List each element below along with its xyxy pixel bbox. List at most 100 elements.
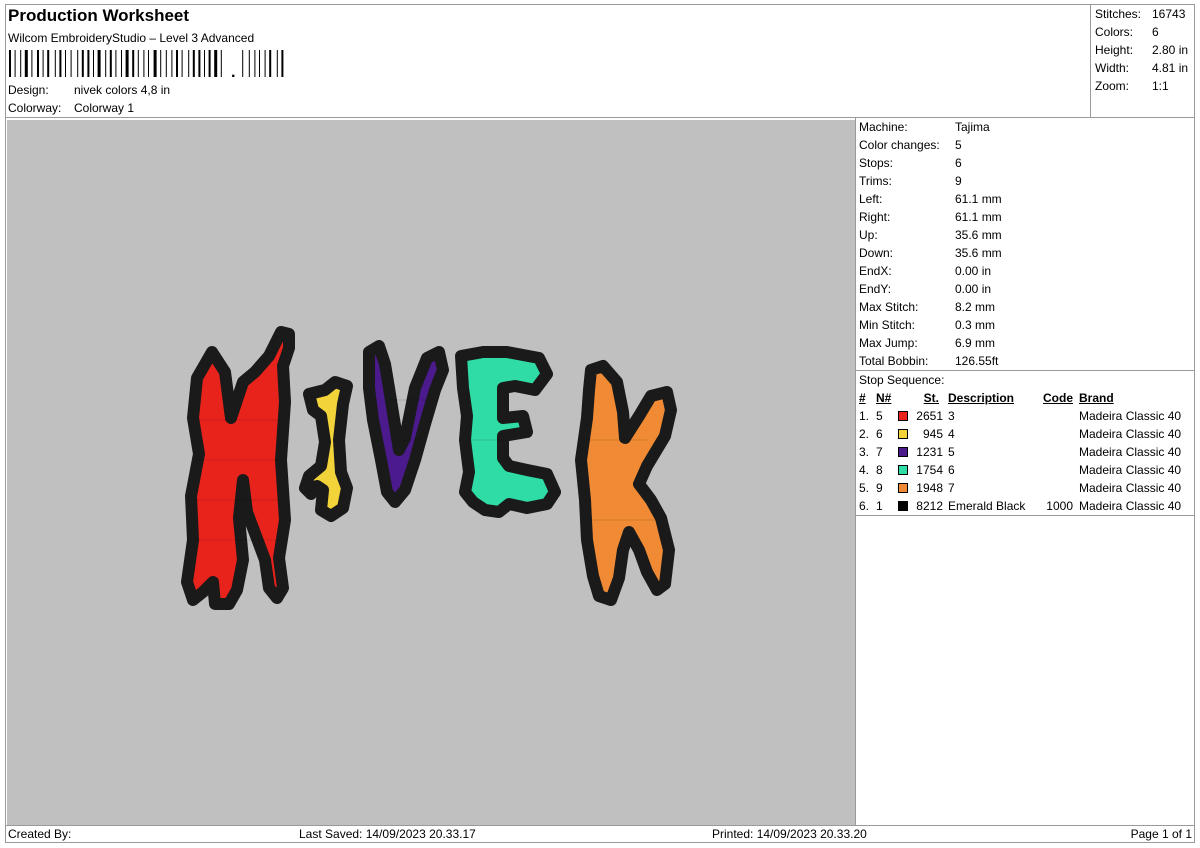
machine-value: 0.00 in <box>955 282 992 296</box>
stop-index: 2. <box>859 427 870 441</box>
machine-label: Stops: <box>859 156 894 170</box>
machine-row: EndX: 0.00 in <box>859 262 1189 280</box>
machine-value: 8.2 mm <box>955 300 996 314</box>
machine-value: 61.1 mm <box>955 210 1002 224</box>
machine-label: Color changes: <box>859 138 940 152</box>
machine-label: Min Stitch: <box>859 318 916 332</box>
stop-sequence-row: 2. 6 945 4 Madeira Classic 40 <box>859 425 1193 443</box>
stop-sequence: Stop Sequence: # N# St. Description Code… <box>859 371 1193 515</box>
svg-text:,: , <box>231 64 235 77</box>
stop-brand: Madeira Classic 40 <box>1079 409 1182 423</box>
machine-row: Left: 61.1 mm <box>859 190 1189 208</box>
machine-label: EndY: <box>859 282 892 296</box>
stop-needle: 6 <box>876 427 883 441</box>
summary-label: Stitches: <box>1095 7 1142 21</box>
color-swatch-icon <box>898 429 908 439</box>
stop-sequence-row: 3. 7 1231 5 Madeira Classic 40 <box>859 443 1193 461</box>
stop-index: 3. <box>859 445 870 459</box>
summary-row-stitches: Stitches: 16743 <box>1095 5 1195 23</box>
stop-brand: Madeira Classic 40 <box>1079 427 1182 441</box>
stop-description: Emerald Black <box>948 499 1026 513</box>
summary-value: 2.80 in <box>1152 43 1189 57</box>
color-swatch-icon <box>898 501 908 511</box>
stop-needle: 8 <box>876 463 883 477</box>
summary-label: Width: <box>1095 61 1130 75</box>
summary-value: 4.81 in <box>1152 61 1189 75</box>
machine-row: Down: 35.6 mm <box>859 244 1189 262</box>
stop-stitches: 1948 <box>916 481 943 495</box>
summary-row-colors: Colors: 6 <box>1095 23 1195 41</box>
color-swatch-icon <box>898 465 908 475</box>
stop-sequence-row: 4. 8 1754 6 Madeira Classic 40 <box>859 461 1193 479</box>
footer-divider <box>5 825 1195 826</box>
stop-description: 3 <box>948 409 955 423</box>
stop-sequence-label: Stop Sequence: <box>859 373 945 387</box>
stop-index: 6. <box>859 499 870 513</box>
machine-value: 5 <box>955 138 962 152</box>
design-preview[interactable] <box>7 120 855 825</box>
letter-e <box>455 346 561 518</box>
page-title: Production Worksheet <box>8 6 190 25</box>
colorway-value: Colorway 1 <box>74 101 135 115</box>
machine-label: Trims: <box>859 174 892 188</box>
machine-label: Max Jump: <box>859 336 918 350</box>
machine-label: Max Stitch: <box>859 300 919 314</box>
stop-needle: 9 <box>876 481 883 495</box>
stop-needle: 1 <box>876 499 883 513</box>
stop-sequence-row: 6. 1 8212 Emerald Black 1000 Madeira Classic … <box>859 497 1193 515</box>
machine-value: Tajima <box>955 120 990 134</box>
machine-label: Up: <box>859 228 878 242</box>
summary-row-zoom: Zoom: 1:1 <box>1095 77 1195 95</box>
stop-sequence-header: # N# St. Description Code Brand <box>859 389 1193 407</box>
machine-info: Machine: Tajima Color changes: 5 Stops: 6 T… <box>859 118 1189 370</box>
embroidery-design-graphic <box>181 326 677 610</box>
stop-needle: 5 <box>876 409 883 423</box>
machine-row: Stops: 6 <box>859 154 1189 172</box>
side-panel-divider <box>855 117 856 825</box>
summary-label: Colors: <box>1095 25 1134 39</box>
machine-row: EndY: 0.00 in <box>859 280 1189 298</box>
machine-row: Min Stitch: 0.3 mm <box>859 316 1189 334</box>
col-header-description: Description <box>948 391 1015 405</box>
machine-row: Max Stitch: 8.2 mm <box>859 298 1189 316</box>
stop-stitches: 1231 <box>916 445 943 459</box>
letter-n <box>181 326 295 610</box>
machine-row: Max Jump: 6.9 mm <box>859 334 1189 352</box>
col-header-needle: N# <box>876 391 892 405</box>
stop-brand: Madeira Classic 40 <box>1079 499 1182 513</box>
machine-row: Up: 35.6 mm <box>859 226 1189 244</box>
stop-code: 1000 <box>1046 499 1073 513</box>
machine-label: EndX: <box>859 264 892 278</box>
machine-row: Trims: 9 <box>859 172 1189 190</box>
footer-last-saved: Last Saved: 14/09/2023 20.33.17 <box>299 827 476 841</box>
machine-value: 61.1 mm <box>955 192 1002 206</box>
machine-row: Total Bobbin: 126.55ft <box>859 352 1189 370</box>
footer-printed: Printed: 14/09/2023 20.33.20 <box>712 827 867 841</box>
stop-description: 5 <box>948 445 955 459</box>
machine-row: Machine: Tajima <box>859 118 1189 136</box>
letter-i <box>299 376 353 522</box>
colorway-label: Colorway: <box>8 101 62 115</box>
stop-description: 6 <box>948 463 955 477</box>
footer-created-by: Created By: <box>8 827 72 841</box>
stop-stitches: 8212 <box>916 499 943 513</box>
col-header-code: Code <box>1043 391 1073 405</box>
machine-value: 35.6 mm <box>955 228 1002 242</box>
letter-k <box>575 360 677 606</box>
machine-row: Right: 61.1 mm <box>859 208 1189 226</box>
stop-sequence-divider-bottom <box>855 515 1195 516</box>
machine-value: 9 <box>955 174 962 188</box>
stop-brand: Madeira Classic 40 <box>1079 445 1182 459</box>
col-header-index: # <box>859 391 866 405</box>
letter-v <box>363 340 449 508</box>
machine-value: 126.55ft <box>955 354 999 368</box>
machine-value: 35.6 mm <box>955 246 1002 260</box>
design-value: nivek colors 4,8 in <box>74 83 171 97</box>
machine-row: Color changes: 5 <box>859 136 1189 154</box>
summary-row-height: Height: 2.80 in <box>1095 41 1195 59</box>
summary-label: Zoom: <box>1095 79 1130 93</box>
stop-description: 7 <box>948 481 955 495</box>
machine-label: Machine: <box>859 120 908 134</box>
color-swatch-icon <box>898 483 908 493</box>
summary-value: 16743 <box>1152 7 1186 21</box>
